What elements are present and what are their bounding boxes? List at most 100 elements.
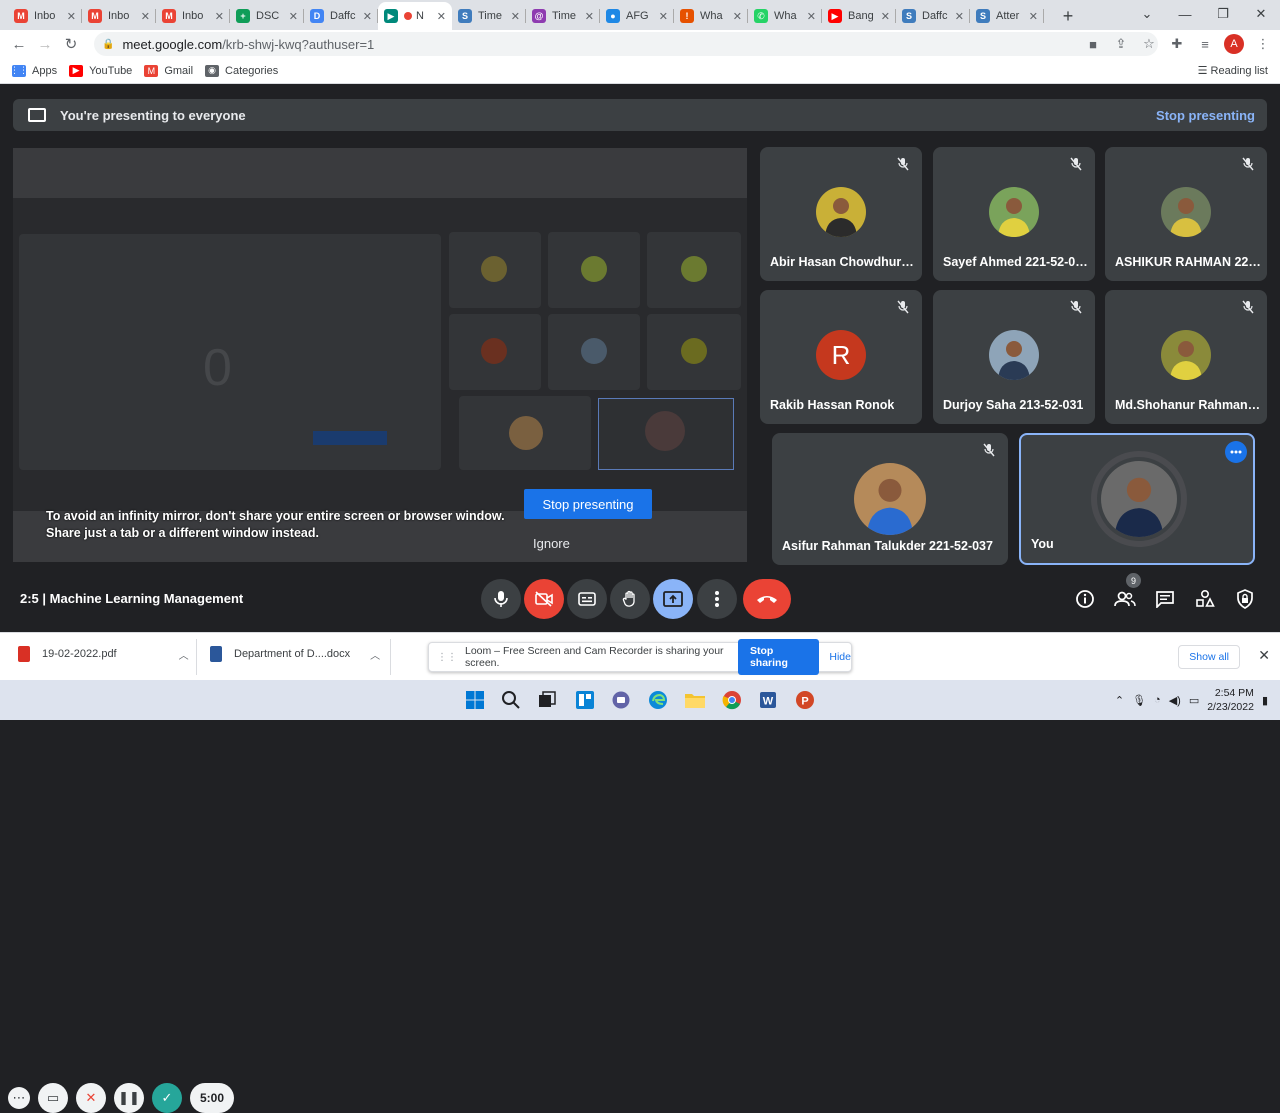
browser-tab[interactable]: + DSC ✕ [230,2,304,30]
browser-tab[interactable]: ! Wha ✕ [674,2,748,30]
forward-button[interactable]: → [32,36,58,53]
people-button[interactable] [1113,587,1137,611]
tab-search-icon[interactable]: ⌄ [1128,0,1166,28]
browser-tab[interactable]: @ Time ✕ [526,2,600,30]
present-now-button[interactable] [653,579,693,619]
tab-close-icon[interactable]: ✕ [881,10,890,23]
tab-close-icon[interactable]: ✕ [289,10,298,23]
browser-tab[interactable]: ✆ Wha ✕ [748,2,822,30]
participant-tile[interactable]: Asifur Rahman Talukder 221-52-037 [772,433,1008,565]
reading-list-button[interactable]: ☰ Reading list [1198,64,1268,77]
url-input[interactable]: 🔒 meet.google.com/krb-shwj-kwq?authuser=… [94,32,1158,56]
extensions-icon[interactable]: ✚ [1168,36,1186,52]
bookmark-item[interactable]: ▶ YouTube [69,64,132,77]
reload-button[interactable]: ↻ [58,35,84,53]
hide-button[interactable]: Hide [829,651,851,663]
chevron-up-icon[interactable]: ︿ [179,647,189,662]
chevron-up-icon[interactable]: ⌃ [1115,694,1124,707]
participant-tile[interactable]: R Rakib Hassan Ronok [760,290,922,424]
chrome-menu-icon[interactable]: ⋮ [1254,36,1272,52]
participant-tile[interactable]: Durjoy Saha 213-52-031 [933,290,1095,424]
participant-tile[interactable]: Md.Shohanur Rahman 2... [1105,290,1267,424]
start-button[interactable] [464,689,486,711]
wifi-icon[interactable]: ◔ [1154,694,1161,706]
tab-close-icon[interactable]: ✕ [141,10,150,23]
microphone-button[interactable] [481,579,521,619]
edge-button[interactable] [647,689,669,711]
participant-tile[interactable]: Abir Hasan Chowdhury ... [760,147,922,281]
activities-button[interactable] [1193,587,1217,611]
raise-hand-button[interactable] [610,579,650,619]
profile-avatar[interactable]: A [1224,34,1244,54]
browser-tab[interactable]: M Inbo ✕ [156,2,230,30]
battery-icon[interactable]: ▭ [1189,694,1199,707]
tab-close-icon[interactable]: ✕ [659,10,668,23]
participant-tile[interactable]: Sayef Ahmed 221-52-034 [933,147,1095,281]
drag-handle-icon[interactable]: ⋮⋮ [437,652,457,663]
bookmark-item[interactable]: M Gmail [144,64,193,77]
tab-close-icon[interactable]: ✕ [437,10,446,23]
file-explorer-button[interactable] [684,689,706,711]
chat-button[interactable] [1153,587,1177,611]
tab-close-icon[interactable]: ✕ [807,10,816,23]
microphone-tray-icon[interactable]: 🎙 [1132,694,1146,707]
tab-close-icon[interactable]: ✕ [67,10,76,23]
widgets-button[interactable] [574,689,596,711]
new-tab-button[interactable]: + [1054,2,1082,30]
stop-sharing-button[interactable]: Stop sharing [737,639,820,675]
word-taskbar-button[interactable]: W [757,689,779,711]
notifications-icon[interactable]: ▮ [1262,694,1268,707]
participant-tile[interactable]: You [1019,433,1255,565]
browser-tab[interactable]: S Time ✕ [452,2,526,30]
powerpoint-taskbar-button[interactable]: P [794,689,816,711]
ignore-button[interactable]: Ignore [533,536,570,551]
download-item-pdf[interactable]: 19-02-2022.pdf ︿ [18,646,189,662]
share-icon[interactable]: ⇪ [1112,36,1130,52]
participant-tile[interactable]: ASHIKUR RAHMAN 221-... [1105,147,1267,281]
more-options-button[interactable] [697,579,737,619]
host-controls-button[interactable] [1233,587,1257,611]
download-item-docx[interactable]: Department of D....docx ︿ [210,646,380,662]
task-view-button[interactable] [536,689,558,711]
show-all-button[interactable]: Show all [1178,645,1240,669]
maximize-button[interactable]: ❐ [1204,0,1242,28]
tab-close-icon[interactable]: ✕ [585,10,594,23]
chrome-taskbar-button[interactable] [721,689,743,711]
browser-tab[interactable]: ▶ Bang ✕ [822,2,896,30]
loom-cancel-button[interactable]: ✕ [76,1083,106,1113]
minimize-button[interactable]: — [1166,0,1204,28]
browser-tab[interactable]: M Inbo ✕ [82,2,156,30]
stop-presenting-button[interactable]: Stop presenting [524,489,652,519]
tab-close-icon[interactable]: ✕ [955,10,964,23]
bookmark-item[interactable]: ⋮⋮ Apps [10,64,57,77]
search-taskbar-button[interactable] [500,689,522,711]
tab-close-icon[interactable]: ✕ [215,10,224,23]
loom-camera-button[interactable]: ▭ [38,1083,68,1113]
camera-off-button[interactable] [524,579,564,619]
browser-tab[interactable]: ● AFG ✕ [600,2,674,30]
chevron-up-icon[interactable]: ︿ [370,647,380,662]
tile-more-options-button[interactable] [1225,441,1247,463]
tab-close-icon[interactable]: ✕ [363,10,372,23]
tab-close-icon[interactable]: ✕ [511,10,520,23]
back-button[interactable]: ← [6,36,32,53]
volume-icon[interactable]: ◀) [1169,694,1181,707]
loom-finish-button[interactable]: ✓ [152,1083,182,1113]
leave-call-button[interactable] [743,579,791,619]
browser-tab[interactable]: M Inbo ✕ [8,2,82,30]
captions-button[interactable] [567,579,607,619]
loom-more-button[interactable]: ⋯ [8,1087,30,1109]
meeting-details-button[interactable] [1073,587,1097,611]
browser-tab[interactable]: S Atter ✕ [970,2,1044,30]
media-control-icon[interactable]: ≡ [1196,37,1214,52]
tab-close-icon[interactable]: ✕ [733,10,742,23]
close-window-button[interactable]: ✕ [1242,0,1280,28]
bookmark-item[interactable]: ◉ Categories [205,64,278,77]
teams-chat-button[interactable] [610,689,632,711]
browser-tab[interactable]: S Daffc ✕ [896,2,970,30]
tab-close-icon[interactable]: ✕ [1029,10,1038,23]
bookmark-star-icon[interactable]: ☆ [1140,36,1158,52]
browser-tab[interactable]: D Daffc ✕ [304,2,378,30]
browser-tab[interactable]: ▶ N ✕ [378,2,452,30]
loom-pause-button[interactable]: ❚❚ [114,1083,144,1113]
